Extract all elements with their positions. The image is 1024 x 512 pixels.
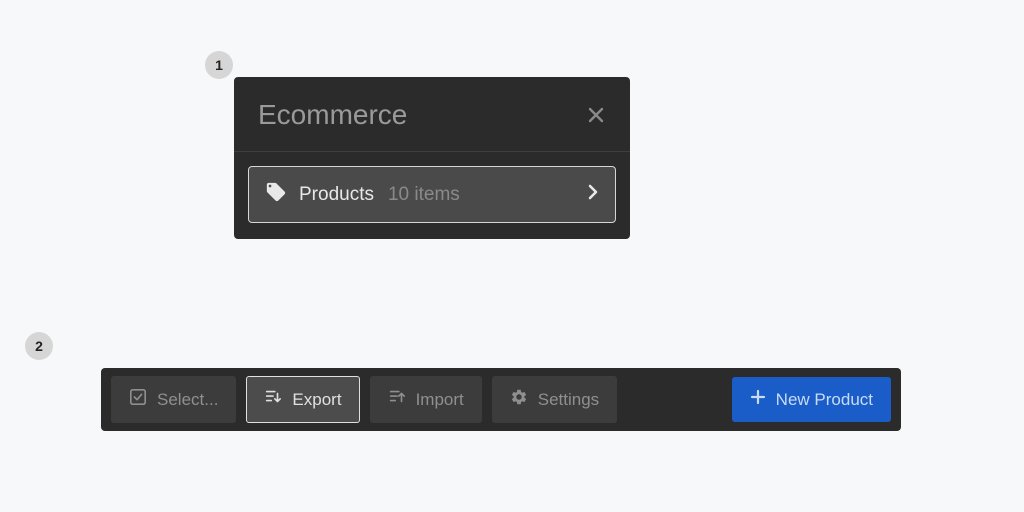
import-icon xyxy=(388,388,406,411)
new-product-button[interactable]: New Product xyxy=(732,377,891,422)
checkbox-icon xyxy=(129,388,147,411)
ecommerce-panel: Ecommerce Products 10 items xyxy=(234,77,630,239)
panel-title: Ecommerce xyxy=(258,99,407,131)
select-label: Select... xyxy=(157,390,218,410)
toolbar: Select... Export Import xyxy=(101,368,901,431)
plus-icon xyxy=(750,389,766,410)
gear-icon xyxy=(510,388,528,411)
settings-button[interactable]: Settings xyxy=(492,376,617,423)
products-collection-button[interactable]: Products 10 items xyxy=(248,166,616,223)
collection-count: 10 items xyxy=(388,184,460,206)
chevron-right-icon xyxy=(587,184,599,205)
settings-label: Settings xyxy=(538,390,599,410)
tag-icon xyxy=(265,181,287,208)
close-icon[interactable] xyxy=(586,105,606,125)
step-badge-1: 1 xyxy=(205,51,233,79)
import-label: Import xyxy=(416,390,464,410)
new-product-label: New Product xyxy=(776,390,873,410)
collection-label: Products xyxy=(299,184,374,206)
import-button[interactable]: Import xyxy=(370,376,482,423)
panel-header: Ecommerce xyxy=(234,77,630,152)
export-label: Export xyxy=(292,390,341,410)
panel-body: Products 10 items xyxy=(234,152,630,239)
export-icon xyxy=(264,388,282,411)
select-button[interactable]: Select... xyxy=(111,376,236,423)
export-button[interactable]: Export xyxy=(246,376,359,423)
step-badge-2: 2 xyxy=(25,332,53,360)
